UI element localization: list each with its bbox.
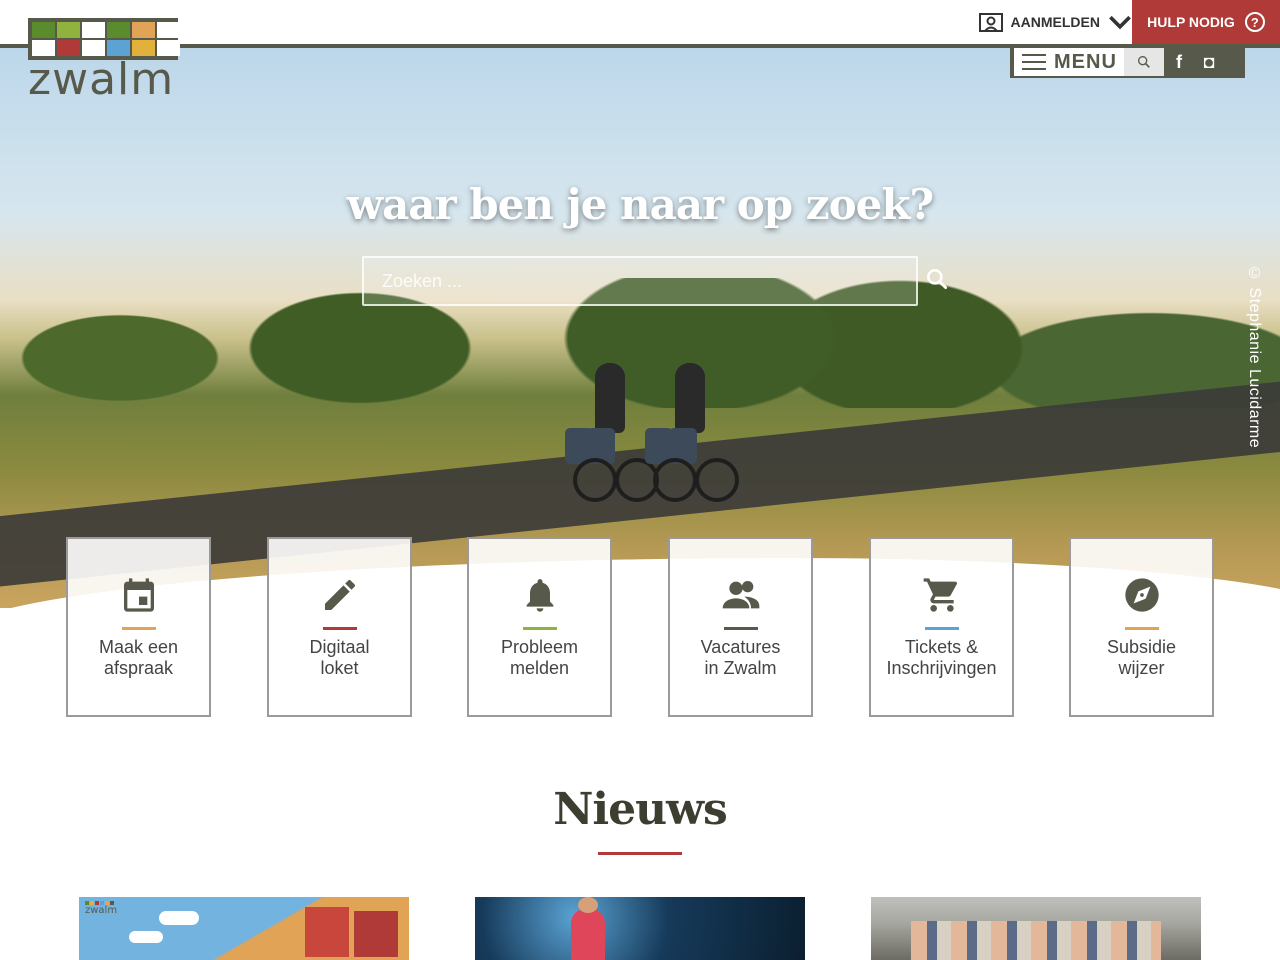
tile-accent bbox=[1124, 627, 1159, 630]
menu-button[interactable]: MENU bbox=[1014, 48, 1124, 76]
login-button[interactable]: AANMELDEN bbox=[978, 0, 1132, 44]
news-card[interactable]: zwalm bbox=[79, 897, 409, 960]
login-icon bbox=[978, 13, 1003, 32]
search-input[interactable] bbox=[364, 258, 916, 304]
market-stall-image bbox=[354, 911, 398, 957]
tile-subsidy[interactable]: Subsidie wijzer bbox=[1069, 537, 1214, 717]
calendar-icon bbox=[123, 578, 154, 612]
tile-label: Vacatures in Zwalm bbox=[700, 637, 781, 678]
search-button[interactable] bbox=[924, 266, 950, 294]
logo-text: zwalm bbox=[28, 54, 175, 105]
chevron-down-icon bbox=[1109, 15, 1131, 30]
top-bar: AANMELDEN HULP NODIG ? bbox=[0, 0, 1280, 44]
search-icon bbox=[1138, 56, 1150, 68]
group-photo-image bbox=[911, 921, 1161, 960]
news-card[interactable] bbox=[871, 897, 1201, 960]
tile-label: Tickets & Inschrijvingen bbox=[886, 637, 997, 678]
question-icon: ? bbox=[1244, 12, 1265, 32]
tile-accent bbox=[723, 627, 758, 630]
tile-accent bbox=[121, 627, 156, 630]
menu-bar: MENU f ◘ bbox=[1010, 46, 1245, 78]
tile-digital-desk[interactable]: Digitaal loket bbox=[267, 537, 412, 717]
menu-search-button[interactable] bbox=[1124, 48, 1164, 76]
news-card-logo: zwalm bbox=[85, 901, 117, 916]
facebook-icon[interactable]: f bbox=[1164, 48, 1194, 76]
people-icon bbox=[722, 581, 759, 609]
cart-icon bbox=[923, 578, 957, 612]
tile-report-problem[interactable]: Probleem melden bbox=[467, 537, 612, 717]
quick-links: Maak een afspraak Digitaal loket Probleem m… bbox=[66, 537, 1214, 717]
runner-image bbox=[571, 909, 605, 960]
photo-credit: © Stephanie Lucidarme bbox=[1246, 265, 1263, 449]
market-stall-image bbox=[305, 907, 349, 957]
tile-label: Digitaal loket bbox=[309, 637, 370, 678]
pencil-icon bbox=[324, 579, 355, 610]
hamburger-icon bbox=[1022, 54, 1046, 70]
bell-icon bbox=[526, 579, 553, 612]
instagram-icon[interactable]: ◘ bbox=[1194, 48, 1224, 76]
tile-accent bbox=[322, 627, 357, 630]
tile-accent bbox=[924, 627, 959, 630]
hero-banner bbox=[0, 48, 1280, 608]
runner-image bbox=[578, 897, 598, 913]
tile-label: Subsidie wijzer bbox=[1106, 637, 1177, 678]
cyclist-figure bbox=[565, 353, 659, 513]
tile-vacancies[interactable]: Vacatures in Zwalm bbox=[668, 537, 813, 717]
tile-accent bbox=[522, 627, 557, 630]
menu-label: MENU bbox=[1054, 50, 1117, 73]
site-logo[interactable]: zwalm bbox=[28, 18, 180, 105]
search-icon bbox=[927, 269, 948, 290]
search-field-wrapper bbox=[362, 256, 918, 306]
tile-tickets[interactable]: Tickets & Inschrijvingen bbox=[869, 537, 1014, 717]
news-card[interactable] bbox=[475, 897, 805, 960]
compass-icon bbox=[1124, 578, 1159, 612]
hero-title: waar ben je naar op zoek? bbox=[346, 180, 934, 229]
cyclist-figure bbox=[645, 353, 739, 513]
tile-label: Maak een afspraak bbox=[98, 637, 179, 678]
news-underline bbox=[598, 852, 682, 855]
help-button[interactable]: HULP NODIG ? bbox=[1132, 0, 1280, 44]
help-label: HULP NODIG bbox=[1147, 14, 1235, 30]
news-heading: Nieuws bbox=[553, 784, 728, 835]
login-label: AANMELDEN bbox=[1010, 14, 1100, 30]
tile-make-appointment[interactable]: Maak een afspraak bbox=[66, 537, 211, 717]
tile-label: Probleem melden bbox=[500, 637, 579, 678]
